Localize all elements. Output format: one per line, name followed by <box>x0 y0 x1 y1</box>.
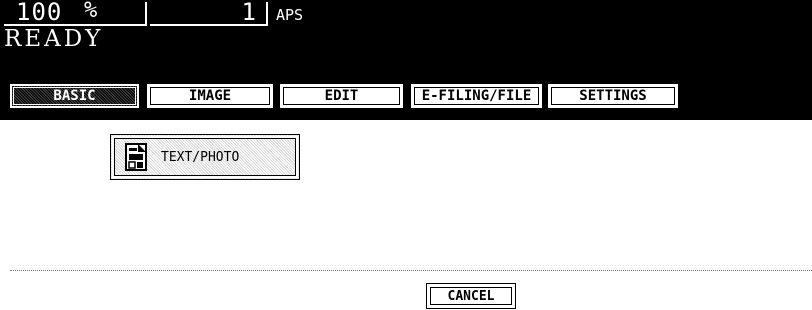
zoom-value: 100 <box>16 0 63 26</box>
text-photo-mode-button[interactable]: TEXT/PHOTO <box>110 134 300 180</box>
copies-display: 1 <box>150 0 268 26</box>
document-icon <box>125 143 147 171</box>
copies-value: 1 <box>241 0 256 26</box>
tab-image[interactable]: IMAGE <box>147 84 273 108</box>
tab-edit[interactable]: EDIT <box>280 84 403 108</box>
zoom-unit: % <box>84 0 98 23</box>
main-panel: TEXT/PHOTO CANCEL <box>0 120 812 310</box>
divider <box>10 270 812 271</box>
cancel-button[interactable]: CANCEL <box>426 283 516 309</box>
paper-mode-label: APS <box>276 6 304 24</box>
tab-basic[interactable]: BASIC <box>10 84 139 108</box>
status-bar: 100 % 1 APS READY BASIC IMAGE EDIT E-FIL… <box>0 0 812 120</box>
tab-e-filing-file[interactable]: E-FILING/FILE <box>411 84 542 108</box>
machine-status: READY <box>4 26 104 52</box>
mode-button-label: TEXT/PHOTO <box>161 149 240 165</box>
tab-settings[interactable]: SETTINGS <box>548 84 678 108</box>
zoom-display: 100 % <box>4 0 147 26</box>
